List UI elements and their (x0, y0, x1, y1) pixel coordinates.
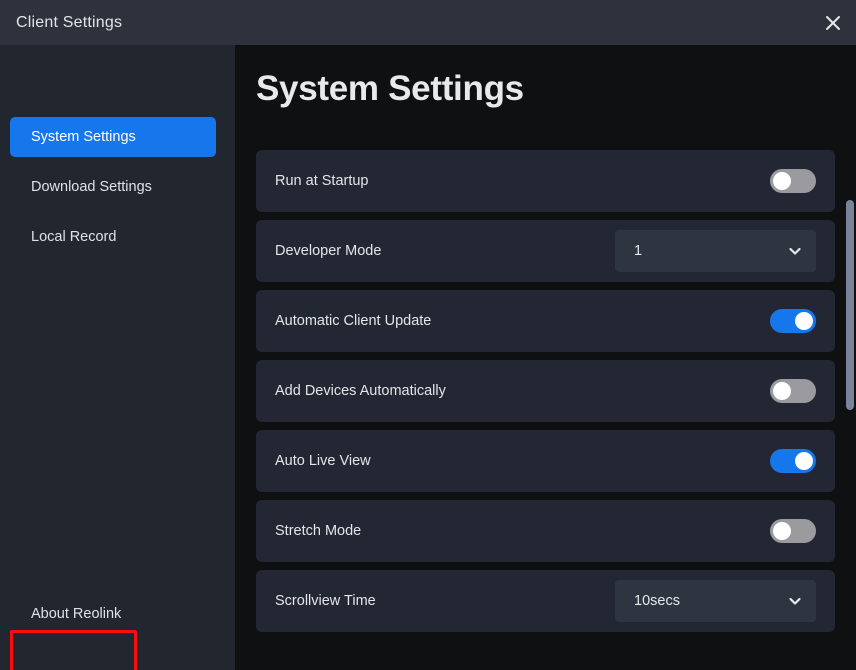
toggle-knob (773, 382, 791, 400)
toggle-automatic-client-update[interactable] (770, 309, 816, 333)
dropdown-developer-mode[interactable]: 1 (615, 230, 816, 272)
setting-control (770, 379, 816, 403)
toggle-knob (773, 522, 791, 540)
close-button[interactable] (810, 0, 856, 45)
dropdown-value: 10secs (634, 593, 680, 609)
sidebar-item-about-reolink[interactable]: About Reolink (10, 585, 137, 642)
page-title: System Settings (256, 69, 524, 108)
setting-label: Run at Startup (275, 173, 369, 189)
setting-control: 10secs (615, 580, 816, 622)
toggle-add-devices-automatically[interactable] (770, 379, 816, 403)
setting-control (770, 309, 816, 333)
dropdown-scrollview-time[interactable]: 10secs (615, 580, 816, 622)
chevron-down-icon (787, 593, 803, 609)
client-settings-window: Client Settings System Settings Download… (0, 0, 856, 670)
sidebar-item-label: Download Settings (31, 179, 152, 195)
toggle-knob (795, 312, 813, 330)
settings-list: Run at Startup Developer Mode 1 Automati… (256, 150, 835, 640)
setting-label: Developer Mode (275, 243, 382, 259)
setting-control (770, 519, 816, 543)
sidebar-item-label: Local Record (31, 229, 117, 245)
chevron-down-icon (787, 243, 803, 259)
setting-row-run-at-startup: Run at Startup (256, 150, 835, 212)
content-scrollbar-thumb[interactable] (846, 200, 854, 410)
setting-label: Add Devices Automatically (275, 383, 446, 399)
sidebar-nav-list: System Settings Download Settings Local … (0, 117, 235, 267)
window-title: Client Settings (16, 13, 123, 31)
setting-row-automatic-client-update: Automatic Client Update (256, 290, 835, 352)
setting-label: Auto Live View (275, 453, 371, 469)
toggle-knob (795, 452, 813, 470)
sidebar-item-label: System Settings (31, 129, 136, 145)
setting-control (770, 169, 816, 193)
sidebar-item-local-record[interactable]: Local Record (10, 217, 216, 257)
setting-row-developer-mode: Developer Mode 1 (256, 220, 835, 282)
sidebar-item-label: About Reolink (31, 605, 122, 622)
setting-control: 1 (615, 230, 816, 272)
toggle-stretch-mode[interactable] (770, 519, 816, 543)
sidebar-item-system-settings[interactable]: System Settings (10, 117, 216, 157)
main-content: System Settings Run at Startup Developer… (235, 45, 856, 670)
setting-label: Automatic Client Update (275, 313, 432, 329)
toggle-knob (773, 172, 791, 190)
setting-row-stretch-mode: Stretch Mode (256, 500, 835, 562)
setting-row-auto-live-view: Auto Live View (256, 430, 835, 492)
setting-control (770, 449, 816, 473)
setting-row-add-devices-automatically: Add Devices Automatically (256, 360, 835, 422)
sidebar: System Settings Download Settings Local … (0, 45, 235, 670)
dropdown-value: 1 (634, 243, 643, 259)
sidebar-item-download-settings[interactable]: Download Settings (10, 167, 216, 207)
setting-row-scrollview-time: Scrollview Time 10secs (256, 570, 835, 632)
toggle-auto-live-view[interactable] (770, 449, 816, 473)
toggle-run-at-startup[interactable] (770, 169, 816, 193)
setting-label: Stretch Mode (275, 523, 362, 539)
setting-label: Scrollview Time (275, 593, 376, 609)
content-scrollbar-track[interactable] (844, 45, 856, 670)
close-icon (823, 13, 843, 33)
titlebar: Client Settings (0, 0, 856, 45)
